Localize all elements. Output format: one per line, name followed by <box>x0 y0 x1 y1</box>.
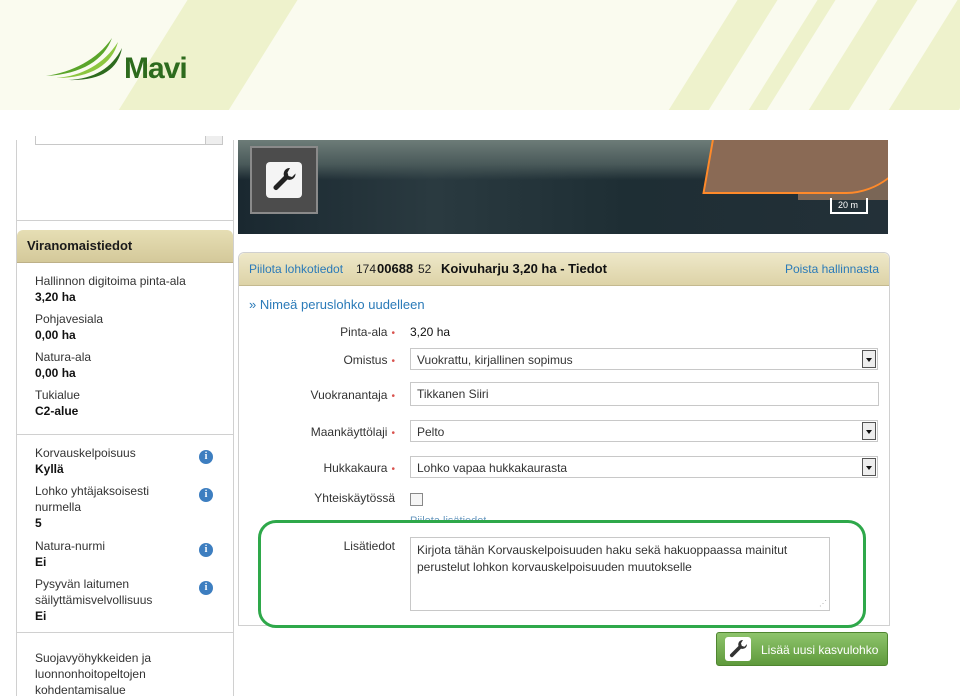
lessor-label-text: Vuokranantaja <box>310 388 388 402</box>
header-banner: Mavi <box>0 0 960 110</box>
chevron-down-icon[interactable] <box>862 458 876 476</box>
required-mark: • <box>391 391 395 402</box>
required-mark: • <box>391 356 395 367</box>
info-item: Tukialue C2-alue <box>35 387 215 419</box>
info-value: 0,00 ha <box>35 328 76 342</box>
info-item: Pohjavesiala 0,00 ha <box>35 311 215 343</box>
panel-title: Koivuharju 3,20 ha - Tiedot <box>441 261 607 276</box>
info-label: Natura-ala <box>35 350 92 364</box>
ownership-value: Vuokrattu, kirjallinen sopimus <box>417 353 573 367</box>
parcel-id-part3: 52 <box>418 262 432 276</box>
info-label: Pysyvän laitumen säilyttämisvelvollisuus <box>35 577 153 607</box>
parcel-id-part1: 174 <box>356 262 377 276</box>
divider <box>17 632 233 633</box>
required-mark: • <box>391 328 395 339</box>
info-label: Suojavyöhykkeiden ja luonnonhoitopeltoje… <box>35 651 152 696</box>
info-item: Hallinnon digitoima pinta-ala 3,20 ha <box>35 273 215 305</box>
map-view[interactable]: 20 m <box>238 140 888 234</box>
info-value: 3,20 ha <box>35 290 76 304</box>
wild-oat-label: Hukkakaura • <box>323 461 395 475</box>
info-label: Pohjavesiala <box>35 312 104 326</box>
map-scale-label: 20 m <box>838 200 859 210</box>
chevron-down-icon[interactable] <box>862 422 876 440</box>
wild-oat-select[interactable]: Lohko vapaa hukkakaurasta <box>410 456 878 478</box>
sidebar-top-box <box>17 136 233 221</box>
ownership-label-text: Omistus <box>343 353 388 367</box>
add-crop-parcel-button[interactable]: Lisää uusi kasvulohko <box>716 632 888 666</box>
add-crop-parcel-label: Lisää uusi kasvulohko <box>761 643 879 657</box>
lessor-input[interactable]: Tikkanen Siiri <box>410 382 879 406</box>
shared-use-label: Yhteiskäytössä <box>314 491 395 505</box>
info-value: Kyllä <box>35 462 64 476</box>
area-label: Pinta-ala • <box>340 325 395 339</box>
info-value: Ei <box>35 555 47 569</box>
lessor-label: Vuokranantaja • <box>311 388 395 402</box>
info-item: Natura-nurmi Ei <box>35 538 195 570</box>
required-mark: • <box>391 428 395 439</box>
shared-use-checkbox[interactable] <box>410 493 423 506</box>
wrench-icon <box>725 637 751 661</box>
parcel-id-part2: 00688 <box>377 261 414 276</box>
wild-oat-label-text: Hukkakaura <box>323 461 388 475</box>
map-parcel-outline[interactable] <box>702 140 888 194</box>
rename-parcel-link[interactable]: » Nimeä peruslohko uudelleen <box>249 297 425 312</box>
sidebar-select[interactable] <box>35 136 223 145</box>
highlight-ring <box>258 520 866 628</box>
lessor-value: Tikkanen Siiri <box>417 387 489 401</box>
info-item: Natura-ala 0,00 ha <box>35 349 215 381</box>
info-icon[interactable]: i <box>199 488 213 502</box>
landuse-select[interactable]: Pelto <box>410 420 878 442</box>
ownership-label: Omistus • <box>343 353 395 367</box>
landuse-label-text: Maankäyttölaji <box>310 425 388 439</box>
chevron-down-icon[interactable] <box>862 350 876 368</box>
info-item: Pysyvän laitumen säilyttämisvelvollisuus… <box>35 576 185 624</box>
info-value: 5 <box>35 516 42 530</box>
info-item: Lohko yhtäjaksoisesti nurmella 5 <box>35 483 185 531</box>
required-mark: • <box>391 464 395 475</box>
info-label: Lohko yhtäjaksoisesti nurmella <box>35 484 150 514</box>
info-icon[interactable]: i <box>199 543 213 557</box>
area-value: 3,20 ha <box>410 325 451 339</box>
landuse-value: Pelto <box>417 425 445 439</box>
info-icon[interactable]: i <box>199 450 213 464</box>
map-tool-button[interactable] <box>250 146 318 214</box>
wrench-icon <box>266 162 302 198</box>
wild-oat-value: Lohko vapaa hukkakaurasta <box>417 461 568 475</box>
landuse-label: Maankäyttölaji • <box>311 425 395 439</box>
info-value: 0,00 ha <box>35 366 76 380</box>
remove-from-holding-link[interactable]: Poista hallinnasta <box>785 262 879 276</box>
info-item: Suojavyöhykkeiden ja luonnonhoitopeltoje… <box>35 650 185 696</box>
hide-parcel-info-link[interactable]: Piilota lohkotiedot <box>249 262 343 276</box>
ownership-select[interactable]: Vuokrattu, kirjallinen sopimus <box>410 348 878 370</box>
sidebar: Viranomaistiedot Hallinnon digitoima pin… <box>16 136 234 696</box>
info-label: Tukialue <box>35 388 80 402</box>
section-title: Viranomaistiedot <box>27 238 133 253</box>
info-item: Korvauskelpoisuus Kyllä <box>35 445 195 477</box>
sidebar-select-arrow[interactable] <box>205 136 222 144</box>
info-icon[interactable]: i <box>199 581 213 595</box>
panel-header: Piilota lohkotiedot 174 00688 52 Koivuha… <box>239 253 889 286</box>
section-header: Viranomaistiedot <box>17 230 233 263</box>
divider <box>17 434 233 435</box>
info-value: C2-alue <box>35 404 79 418</box>
info-value: Ei <box>35 609 47 623</box>
logo-text: Mavi <box>124 52 188 85</box>
info-label: Korvauskelpoisuus <box>35 446 136 460</box>
area-label-text: Pinta-ala <box>340 325 388 339</box>
info-label: Hallinnon digitoima pinta-ala <box>35 274 186 288</box>
info-label: Natura-nurmi <box>35 539 106 553</box>
